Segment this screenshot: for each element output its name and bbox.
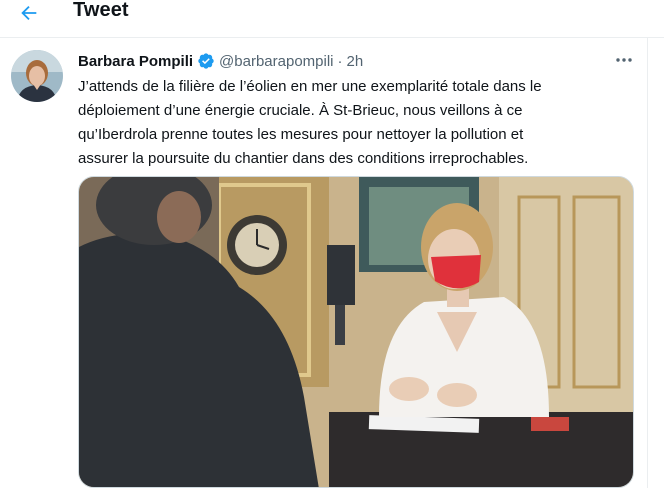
tweet-header: Barbara Pompili @barbarapompili · 2h (78, 51, 363, 71)
tweet-text-line: J’attends de la filière de l’éolien en m… (78, 78, 542, 95)
tweet-text-line: assurer la poursuite du chantier dans de… (78, 150, 529, 167)
back-button[interactable] (14, 0, 44, 26)
header-divider (0, 37, 664, 38)
tweet-text: J’attends de la filière de l’éolien en m… (78, 75, 638, 171)
author-handle[interactable]: @barbarapompili (219, 53, 333, 70)
author-name[interactable]: Barbara Pompili (78, 53, 193, 70)
arrow-left-icon (21, 5, 37, 21)
avatar-image (11, 50, 63, 102)
more-button[interactable] (612, 52, 636, 68)
page-title: Tweet (73, 0, 129, 21)
verified-badge-icon (197, 52, 215, 70)
tweet-text-line: déploiement d’une énergie cruciale. À St… (78, 102, 523, 119)
dot-separator: · (337, 52, 343, 70)
column-border (647, 38, 648, 488)
tweet-photo[interactable] (78, 176, 634, 488)
avatar[interactable] (11, 50, 63, 102)
tweet-text-line: qu’Iberdrola prenne toutes les mesures p… (78, 126, 524, 143)
photo-image (79, 177, 633, 487)
top-bar: Tweet (0, 0, 664, 34)
more-horizontal-icon (616, 58, 632, 62)
tweet-time[interactable]: 2h (347, 53, 364, 70)
